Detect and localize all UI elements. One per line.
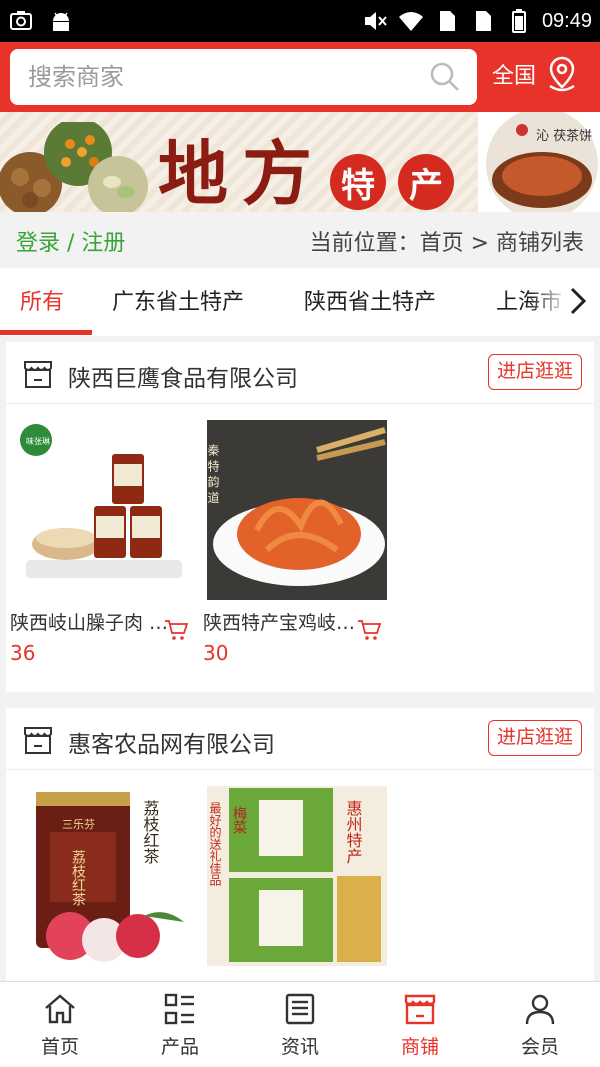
shop-card: 陕西巨鹰食品有限公司 进店逛逛 味张琳 陕西岐山臊子肉 … 36 秦 特 韵 道…: [6, 342, 594, 692]
home-icon: [45, 994, 75, 1024]
banner-food-image: [0, 122, 148, 212]
category-tabs: 所有 广东省土特产 陕西省土特产 上海市: [0, 268, 600, 336]
visit-shop-button[interactable]: 进店逛逛: [487, 354, 582, 390]
shop-header: 惠客农品网有限公司 进店逛逛: [6, 708, 594, 770]
banner[interactable]: 地方 特 产 沁 茯茶饼: [0, 112, 600, 212]
sim-icon: [439, 11, 455, 31]
nav-shops[interactable]: 商铺: [360, 982, 480, 1067]
nav-member-label: 会员: [520, 1036, 559, 1058]
visit-shop-button[interactable]: 进店逛逛: [487, 720, 582, 756]
nav-products[interactable]: 产品: [120, 982, 240, 1067]
android-icon: [53, 12, 69, 31]
region-label: 全国: [492, 64, 537, 89]
shop-name[interactable]: 陕西巨鹰食品有限公司: [68, 359, 298, 393]
status-bar: 09:49: [0, 0, 600, 42]
banner-tea-cake-image: 沁 茯茶饼: [478, 112, 600, 212]
product-image[interactable]: 最好的送礼佳品 梅菜 惠州特产: [207, 786, 387, 966]
product-card[interactable]: 味张琳 陕西岐山臊子肉 … 36: [10, 420, 196, 665]
product-price: 30: [203, 641, 229, 665]
nav-home-label: 首页: [40, 1036, 79, 1058]
banner-title: 地方: [158, 132, 326, 212]
product-name[interactable]: 陕西岐山臊子肉 …: [10, 608, 180, 635]
nav-member[interactable]: 会员: [480, 982, 600, 1067]
cart-icon[interactable]: [357, 619, 381, 641]
wifi-icon: [398, 12, 423, 32]
cart-icon[interactable]: [164, 619, 188, 641]
status-time: 09:49: [541, 9, 592, 32]
product-card[interactable]: 秦 特 韵 道 陕西特产宝鸡岐… 30: [203, 420, 389, 665]
active-tab-indicator: [0, 330, 92, 335]
gift-side-text: 惠州特产: [344, 800, 363, 864]
user-icon: [525, 994, 555, 1025]
search-icon[interactable]: [429, 61, 461, 93]
nav-products-label: 产品: [160, 1036, 199, 1058]
tab-guangdong[interactable]: 广东省土特产: [112, 284, 244, 316]
banner-seal-1: 特: [330, 154, 386, 210]
product-image[interactable]: 味张琳: [14, 420, 194, 600]
location-pin-icon: [549, 56, 575, 92]
location-bar: 登录 / 注册 当前位置：首页 > 商铺列表: [0, 212, 600, 268]
product-image[interactable]: 三乐芬 荔枝红茶 荔枝红茶: [14, 786, 194, 966]
news-icon: [285, 993, 315, 1025]
nav-news[interactable]: 资讯: [240, 982, 360, 1067]
nav-news-label: 资讯: [280, 1036, 319, 1058]
product-list: 味张琳 陕西岐山臊子肉 … 36 秦 特 韵 道 陕西特产宝鸡岐… 30: [6, 404, 594, 690]
header: 全国: [0, 42, 600, 112]
tea-side-text: 荔枝红茶: [141, 800, 160, 864]
shop-card: 惠客农品网有限公司 进店逛逛 三乐芬 荔枝红茶 荔枝红茶 最好的送礼佳品 梅菜 …: [6, 708, 594, 998]
gift-left-text: 最好的送礼佳品: [208, 802, 222, 886]
sim-icon-2: [475, 11, 491, 31]
product-card[interactable]: 最好的送礼佳品 梅菜 惠州特产: [203, 786, 389, 966]
login-register-link[interactable]: 登录 / 注册: [16, 225, 125, 257]
product-image[interactable]: 秦 特 韵 道: [207, 420, 387, 600]
store-icon: [24, 361, 52, 388]
region-selector[interactable]: 全国: [492, 56, 578, 92]
store-icon: [24, 727, 52, 754]
shop-icon: [404, 994, 436, 1025]
screenshot-icon: [10, 11, 32, 30]
shop-name[interactable]: 惠客农品网有限公司: [68, 725, 275, 759]
search-input[interactable]: [10, 49, 410, 105]
shop-header: 陕西巨鹰食品有限公司 进店逛逛: [6, 342, 594, 404]
tab-all[interactable]: 所有: [20, 284, 64, 316]
tea-can-text: 荔枝红茶: [70, 850, 86, 906]
chevron-right-icon[interactable]: [566, 286, 590, 316]
battery-icon: [511, 9, 526, 33]
breadcrumb: 当前位置：首页 > 商铺列表: [309, 231, 584, 256]
bottom-nav: 首页 产品 资讯 商铺 会员: [0, 981, 600, 1067]
mute-icon: [364, 12, 387, 30]
jar-brand-badge: 味张琳: [26, 436, 50, 446]
product-name[interactable]: 陕西特产宝鸡岐…: [203, 608, 373, 635]
tab-shaanxi[interactable]: 陕西省土特产: [304, 284, 436, 316]
search-box[interactable]: [10, 49, 477, 105]
product-price: 36: [10, 641, 36, 665]
noodle-side-text: 秦 特 韵 道: [207, 444, 220, 504]
nav-shops-label: 商铺: [400, 1036, 439, 1058]
tea-brand-text: 三乐芬: [62, 818, 95, 831]
gift-box-text: 梅菜: [231, 806, 247, 834]
product-card[interactable]: 三乐芬 荔枝红茶 荔枝红茶: [10, 786, 196, 966]
banner-tea-caption: 沁 茯茶饼: [536, 128, 592, 144]
nav-home[interactable]: 首页: [0, 982, 120, 1067]
banner-seal-2: 产: [398, 154, 454, 210]
list-icon: [164, 993, 194, 1025]
